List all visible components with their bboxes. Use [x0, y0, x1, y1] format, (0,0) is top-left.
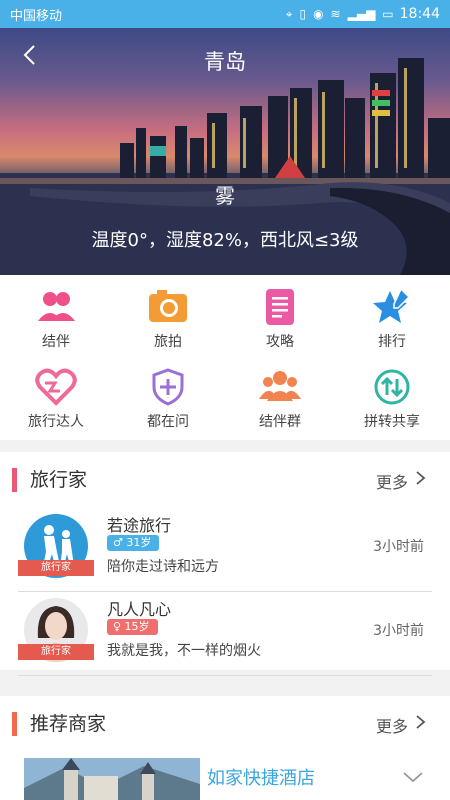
- more-link[interactable]: 更多: [376, 469, 408, 493]
- companions-icon: [35, 287, 77, 327]
- weather-condition: 雾: [215, 184, 235, 208]
- swap-arrows-icon: [371, 367, 413, 407]
- status-icons: ⌖ ▯ ◉ ≋ ▂▄▆ ▭: [286, 7, 394, 22]
- status-bar: 中国移动 ⌖ ▯ ◉ ≋ ▂▄▆ ▭ 18:44: [0, 0, 450, 28]
- feature-label: 攻略: [266, 334, 294, 350]
- city-title: 青岛: [204, 50, 246, 74]
- gender-age-badge: ♀ 15岁: [107, 619, 158, 635]
- section-title: 旅行家: [30, 469, 88, 491]
- merchants-section: 推荐商家 更多 如家快捷酒店: [0, 696, 450, 800]
- traveler-ribbon: 旅行家: [18, 644, 94, 660]
- feature-label: 排行: [378, 334, 406, 350]
- ranking-star-icon: [371, 287, 413, 327]
- traveler-name: 若途旅行: [107, 516, 172, 535]
- carrier-name: 中国移动: [10, 8, 63, 24]
- travelers-section: 旅行家 更多 旅行家 若途旅行 ♂ 31岁 陪你走过诗和远方 3小时前 旅行家 …: [0, 452, 450, 676]
- battery-icon: ▭: [382, 7, 394, 21]
- vibrate-icon: ▯: [299, 7, 307, 21]
- city-weather-header: 青岛 雾 温度0°，湿度82%，西北风≤3级: [0, 28, 450, 275]
- camera-icon: [147, 287, 189, 327]
- traveler-name: 凡人凡心: [107, 600, 172, 619]
- merchant-image[interactable]: [24, 758, 200, 800]
- weather-detail: 温度0°，湿度82%，西北风≤3级: [91, 230, 359, 251]
- group-icon: [259, 367, 301, 407]
- shield-plus-icon: [147, 367, 189, 407]
- section-title: 推荐商家: [30, 713, 107, 735]
- traveler-ribbon: 旅行家: [18, 560, 94, 576]
- post-time: 3小时前: [373, 539, 424, 555]
- signal-icon: ▂▄▆: [347, 7, 376, 21]
- gender-age-badge: ♂ 31岁: [107, 535, 160, 551]
- feature-ranking[interactable]: 排行: [336, 275, 448, 355]
- traveler-row[interactable]: 旅行家 若途旅行 ♂ 31岁 陪你走过诗和远方 3小时前: [0, 508, 450, 592]
- section-accent-bar: [12, 468, 17, 492]
- feature-label: 结伴群: [259, 414, 301, 430]
- traveler-motto: 陪你走过诗和远方: [107, 559, 219, 575]
- more-link[interactable]: 更多: [376, 713, 408, 737]
- traveler-motto: 我就是我，不一样的烟火: [107, 643, 261, 659]
- feature-companions[interactable]: 结伴: [0, 275, 112, 355]
- section-header: 旅行家 更多: [0, 452, 450, 512]
- guide-document-icon: [259, 287, 301, 327]
- location-icon: ⌖: [285, 6, 293, 21]
- feature-guides[interactable]: 攻略: [224, 275, 336, 355]
- feature-label: 旅拍: [154, 334, 182, 350]
- merchant-name[interactable]: 如家快捷酒店: [207, 764, 315, 790]
- traveler-row[interactable]: 旅行家 凡人凡心 ♀ 15岁 我就是我，不一样的烟火 3小时前: [0, 592, 450, 676]
- feature-travel-experts[interactable]: 旅行达人: [0, 355, 112, 435]
- clock: 18:44: [399, 6, 440, 22]
- wifi-icon: ≋: [330, 7, 341, 21]
- chevron-down-icon[interactable]: [402, 770, 424, 784]
- chevron-right-icon[interactable]: [414, 471, 428, 485]
- feature-qa[interactable]: 都在问: [112, 355, 224, 435]
- post-time: 3小时前: [373, 623, 424, 639]
- feature-share[interactable]: 拼转共享: [336, 355, 448, 435]
- chevron-right-icon[interactable]: [414, 715, 428, 729]
- feature-label: 都在问: [147, 414, 189, 430]
- feature-label: 拼转共享: [364, 414, 420, 430]
- section-header: 推荐商家 更多: [0, 696, 450, 756]
- eye-icon: ◉: [313, 7, 324, 21]
- castle-photo: [24, 758, 200, 800]
- feature-travel-photo[interactable]: 旅拍: [112, 275, 224, 355]
- heart-icon: [35, 367, 77, 407]
- section-accent-bar: [12, 712, 17, 736]
- feature-label: 结伴: [42, 334, 70, 350]
- feature-grid: 结伴 旅拍 攻略 排行 旅行达人 都在问 结伴群 拼转共享: [0, 275, 450, 440]
- divider: [18, 675, 432, 676]
- feature-label: 旅行达人: [28, 414, 84, 430]
- feature-companion-group[interactable]: 结伴群: [224, 355, 336, 435]
